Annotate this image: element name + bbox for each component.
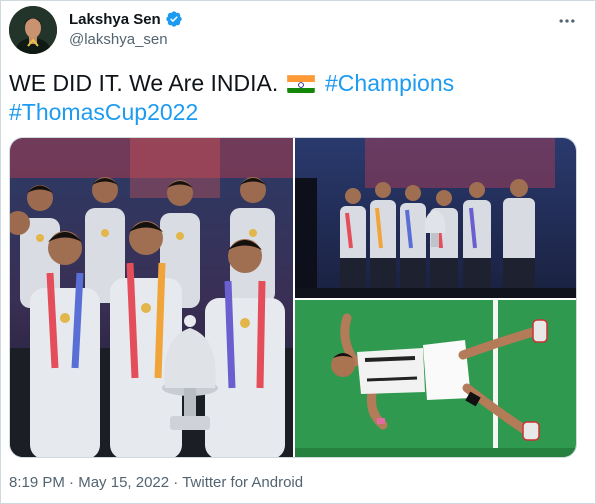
hashtag-thomascup2022[interactable]: #ThomasCup2022 <box>9 99 198 125</box>
tweet-card[interactable]: Lakshya Sen @lakshya_sen WE DID IT. We A… <box>0 0 596 504</box>
more-options-button[interactable] <box>555 9 579 33</box>
author-name-row[interactable]: Lakshya Sen <box>69 10 183 28</box>
india-flag-emoji <box>286 73 315 93</box>
media-grid <box>9 137 577 458</box>
tweet-client[interactable]: Twitter for Android <box>182 474 303 491</box>
tweet-meta-separator: · <box>173 474 179 491</box>
tweet-date[interactable]: May 15, 2022 <box>78 474 169 491</box>
photo-player-on-court[interactable] <box>295 300 576 457</box>
tweet-text: WE DID IT. We Are INDIA. #Champions #Tho… <box>9 69 569 127</box>
tweet-meta: 8:19 PM · May 15, 2022 · Twitter for And… <box>9 474 303 491</box>
photo-team-podium[interactable] <box>295 138 576 298</box>
more-options-icon <box>559 19 575 23</box>
tweet-date-sep-dash: · <box>69 474 75 491</box>
author-handle[interactable]: @lakshya_sen <box>69 31 168 48</box>
hashtag-champions[interactable]: #Champions <box>325 70 454 96</box>
verified-badge-icon <box>165 10 183 28</box>
tweet-text-main: WE DID IT. We Are INDIA. <box>9 70 279 96</box>
photo-team-trophy[interactable] <box>10 138 293 457</box>
author-name[interactable]: Lakshya Sen <box>69 11 161 28</box>
tweet-time[interactable]: 8:19 PM <box>9 474 65 491</box>
avatar[interactable] <box>9 6 57 54</box>
